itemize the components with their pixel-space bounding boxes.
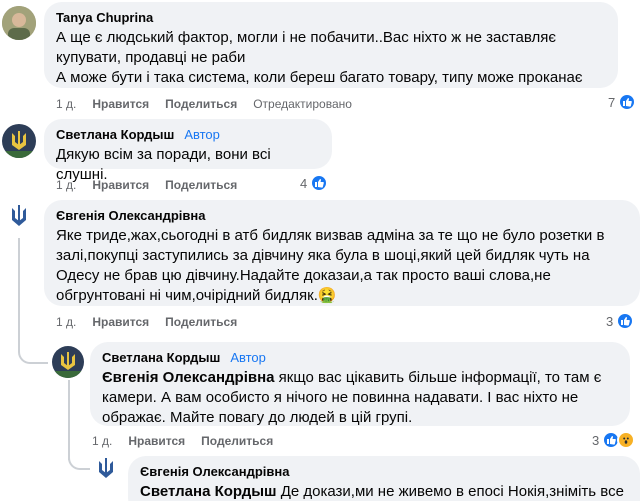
- comment-time[interactable]: 1 д.: [56, 314, 76, 330]
- comment-time[interactable]: 1 д.: [92, 433, 112, 449]
- edited-label: Отредактировано: [253, 97, 352, 111]
- avatar-trident-icon: [52, 346, 84, 378]
- avatar[interactable]: [52, 346, 84, 378]
- comment-actions: 1 д. Нравится Поделиться Отредактировано: [56, 96, 352, 112]
- like-reaction-icon: [616, 312, 635, 330]
- reply-button[interactable]: Поделиться: [165, 177, 237, 193]
- like-reaction-icon: [310, 174, 329, 192]
- like-button[interactable]: Нравится: [92, 314, 149, 330]
- comment-author[interactable]: Tanya Chuprina: [56, 10, 153, 26]
- author-badge: Автор: [230, 350, 266, 365]
- wow-reaction-icon: [617, 431, 636, 449]
- reaction-summary[interactable]: 4: [300, 174, 329, 192]
- like-button[interactable]: Нравится: [128, 433, 185, 449]
- thread-line: [18, 238, 20, 338]
- avatar[interactable]: [2, 6, 36, 40]
- comment-bubble: Tanya Chuprina А ще є людський фактор, м…: [44, 2, 618, 88]
- mention-link[interactable]: Светлана Кордыш: [140, 483, 277, 500]
- comment-bubble: Євгенія Олександрівна Яке триде,жах,сьог…: [44, 200, 640, 306]
- comment-text: Євгенія Олександрівна якщо вас цікавить …: [102, 368, 618, 428]
- avatar[interactable]: [2, 124, 36, 158]
- like-button[interactable]: Нравится: [92, 177, 149, 193]
- avatar-trident-icon: [2, 200, 36, 234]
- avatar-photo-icon: [2, 6, 36, 40]
- reaction-count: 7: [608, 94, 616, 110]
- comment-text: Светлана Кордыш Де докази,ми не живемо в…: [140, 482, 628, 501]
- reaction-count: 4: [300, 175, 308, 191]
- reply-button[interactable]: Поделиться: [201, 433, 273, 449]
- comment-time[interactable]: 1 д.: [56, 96, 76, 112]
- avatar-trident-icon: [2, 124, 36, 158]
- comment-text: Яке триде,жах,сьогодні в атб бидляк визв…: [56, 227, 605, 304]
- thread-line: [68, 380, 70, 460]
- like-button[interactable]: Нравится: [92, 96, 149, 112]
- reaction-summary[interactable]: 7: [608, 93, 637, 111]
- comment-bubble: Светлана Кордыш Автор Дякую всім за порад…: [44, 119, 332, 183]
- reaction-summary[interactable]: 3: [592, 431, 636, 449]
- author-badge: Автор: [184, 127, 220, 142]
- reply-bubble: Светлана Кордыш Автор Євгенія Олександрів…: [90, 342, 630, 426]
- reply-button[interactable]: Поделиться: [165, 96, 237, 112]
- avatar-trident-icon: [90, 454, 122, 486]
- comment-author[interactable]: Светлана Кордыш: [102, 350, 220, 366]
- mention-link[interactable]: Євгенія Олександрівна: [102, 369, 275, 386]
- reaction-summary[interactable]: 3: [606, 312, 635, 330]
- reply-button[interactable]: Поделиться: [165, 314, 237, 330]
- reply-bubble: Євгенія Олександрівна Светлана Кордыш Де…: [128, 456, 640, 501]
- comment-author[interactable]: Євгенія Олександрівна: [56, 208, 206, 224]
- comment-author[interactable]: Євгенія Олександрівна: [140, 464, 290, 480]
- reaction-count: 3: [592, 432, 600, 448]
- reaction-count: 3: [606, 313, 614, 329]
- avatar[interactable]: [90, 454, 122, 486]
- thread-connector: [68, 450, 90, 470]
- comment-actions: 1 д. Нравится Поделиться: [92, 433, 273, 449]
- comment-author[interactable]: Светлана Кордыш: [56, 127, 174, 143]
- comment-body: Де докази,ми не живемо в епосі Нокія,зні…: [276, 483, 628, 500]
- comment-text: А ще є людський фактор, могли і не побач…: [56, 29, 583, 86]
- comment-actions: 1 д. Нравится Поделиться: [56, 177, 237, 193]
- comment-actions: 1 д. Нравится Поделиться: [56, 314, 237, 330]
- comment-time[interactable]: 1 д.: [56, 177, 76, 193]
- like-reaction-icon: [618, 93, 637, 111]
- thread-connector: [18, 330, 48, 364]
- avatar[interactable]: [2, 200, 36, 234]
